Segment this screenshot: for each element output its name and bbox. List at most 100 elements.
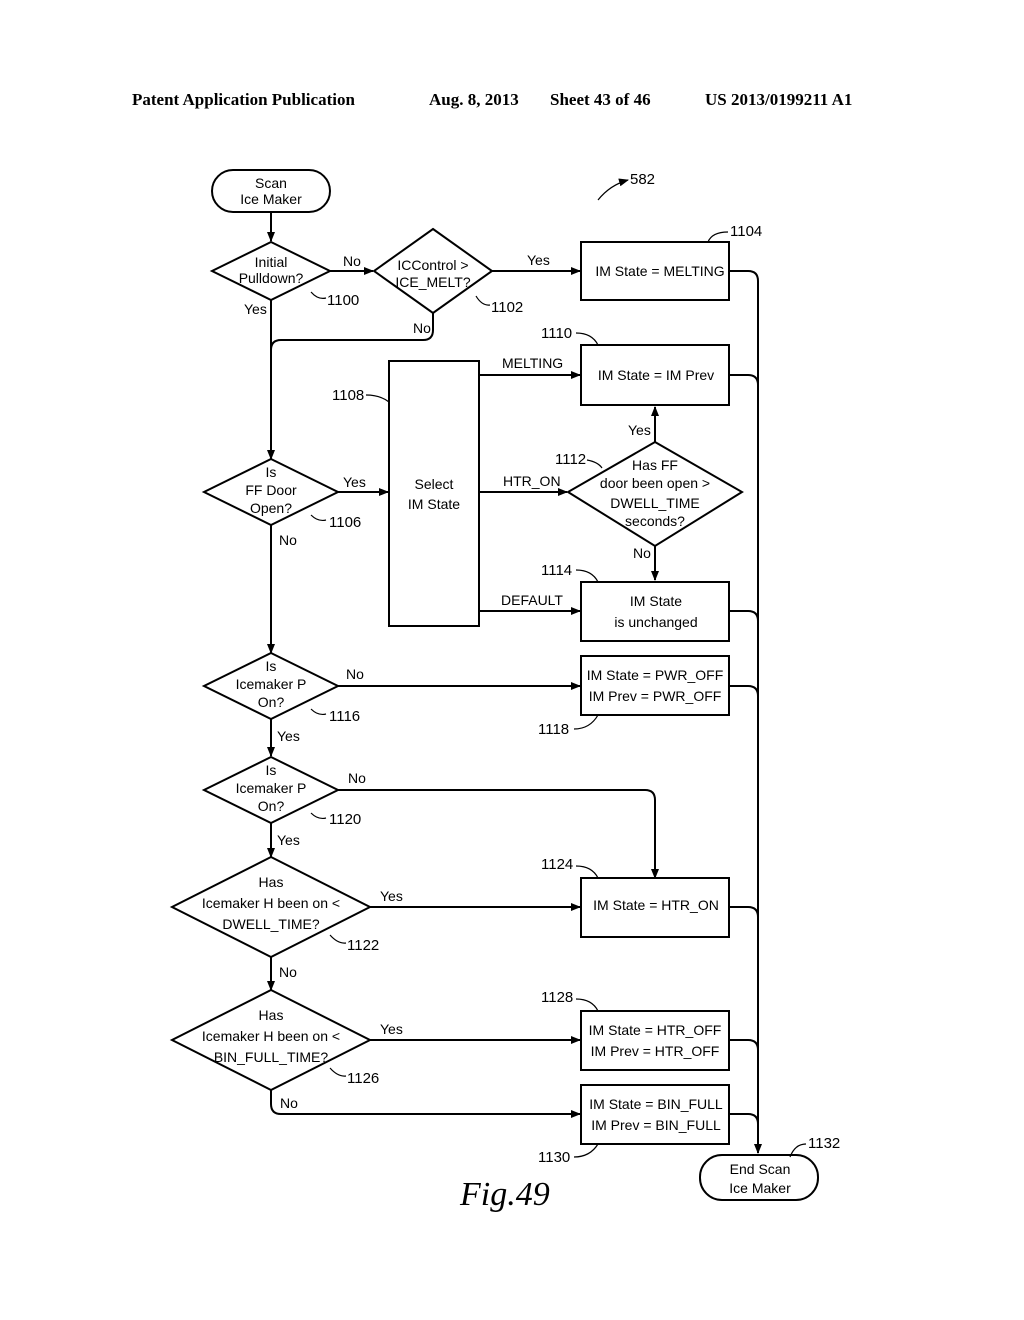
node-text: seconds?: [625, 513, 685, 529]
ref-1124: 1124: [541, 856, 573, 873]
label-icemakerp1-no: No: [346, 666, 364, 682]
label-default: DEFAULT: [501, 592, 563, 608]
process-im-prev: IM State = IM Prev: [580, 344, 730, 406]
node-text: Initial: [255, 254, 288, 270]
label-dwell-no: No: [633, 545, 651, 561]
end-terminal: End Scan Ice Maker: [699, 1154, 819, 1201]
node-text: IM State = IM Prev: [598, 367, 714, 383]
edge-iccontrol-no: [270, 313, 434, 351]
node-text: IM Prev = HTR_OFF: [591, 1043, 720, 1059]
reference-numerals: 582 1100 1102 1104 1110 1108 1112 1106 1…: [310, 171, 840, 1166]
node-text: Has: [259, 874, 284, 890]
label-heaterbinfull-no: No: [280, 1095, 298, 1111]
label-dwell-yes: Yes: [628, 422, 651, 438]
ref-1104: 1104: [730, 223, 762, 240]
node-text: End Scan: [730, 1161, 791, 1177]
node-text: IM State = HTR_OFF: [589, 1022, 722, 1038]
ref-1130: 1130: [538, 1149, 570, 1166]
edge-improv-to-bus: [729, 374, 759, 386]
node-text: Icemaker P: [236, 676, 307, 692]
node-text: DWELL_TIME: [610, 495, 699, 511]
node-text: Icemaker H been on <: [202, 1028, 340, 1044]
edge-htron-to-bus: [729, 906, 759, 918]
label-ffdoor-yes: Yes: [343, 474, 366, 490]
process-select-state: Select IM State: [388, 360, 480, 627]
node-text: Is: [266, 658, 277, 674]
node-text: Icemaker P: [236, 780, 307, 796]
node-text: IM State: [408, 496, 460, 512]
node-text: IM Prev = BIN_FULL: [591, 1117, 721, 1133]
edge-collector-bus: [729, 270, 762, 1154]
decision-iccontrol: ICControl > ICE_MELT?: [372, 227, 494, 315]
edge-heaterbinfull-no: [270, 1090, 581, 1118]
node-text: Has: [259, 1007, 284, 1023]
node-text: IM State: [630, 593, 682, 609]
label-heaterdwell-no: No: [279, 964, 297, 980]
node-text: Open?: [250, 500, 292, 516]
label-pulldown-no: No: [343, 253, 361, 269]
edge-unchanged-to-bus: [729, 610, 759, 622]
node-text: IM State = BIN_FULL: [589, 1096, 723, 1112]
node-text: IM State = HTR_ON: [593, 897, 719, 913]
label-heaterdwell-yes: Yes: [380, 888, 403, 904]
process-htr-on: IM State = HTR_ON: [580, 877, 730, 938]
node-text: Icemaker H been on <: [202, 895, 340, 911]
start-terminal: Scan Ice Maker: [211, 169, 331, 213]
node-text: IM State = MELTING: [595, 263, 724, 279]
node-text: DWELL_TIME?: [222, 916, 319, 932]
label-icemakerp1-yes: Yes: [277, 728, 300, 744]
label-iccontrol-yes: Yes: [527, 252, 550, 268]
ref-1128: 1128: [541, 989, 573, 1006]
node-text: is unchanged: [614, 614, 697, 630]
ref-1110: 1110: [541, 325, 572, 342]
ref-1120: 1120: [329, 811, 361, 828]
ref-1114: 1114: [541, 562, 572, 579]
ref-1126: 1126: [347, 1070, 379, 1087]
node-text: Is: [266, 762, 277, 778]
label-ffdoor-no: No: [279, 532, 297, 548]
edge-binfull-to-bus: [729, 1113, 759, 1125]
label-pulldown-yes: Yes: [244, 301, 267, 317]
label-heaterbinfull-yes: Yes: [380, 1021, 403, 1037]
node-text: IM Prev = PWR_OFF: [589, 688, 722, 704]
ref-1118: 1118: [538, 721, 569, 738]
decision-ff-door: Is FF Door Open?: [201, 457, 341, 527]
ref-1122: 1122: [347, 937, 379, 954]
node-text: Pulldown?: [239, 270, 304, 286]
label-melting: MELTING: [502, 355, 563, 371]
ref-1132: 1132: [808, 1135, 840, 1152]
ref-1102: 1102: [491, 299, 523, 316]
node-text: ICE_MELT?: [395, 274, 470, 290]
node-text: On?: [258, 694, 285, 710]
label-icemakerp2-no: No: [348, 770, 366, 786]
start-line-1: Scan: [255, 175, 287, 191]
label-iccontrol-no: No: [413, 320, 431, 336]
edge-icemakerp2-no: [338, 789, 659, 879]
process-htr-off: IM State = HTR_OFF IM Prev = HTR_OFF: [580, 1010, 730, 1071]
node-text: Ice Maker: [729, 1180, 791, 1196]
node-text: Select: [415, 476, 454, 492]
label-htr-on: HTR_ON: [503, 473, 561, 489]
node-text: door been open >: [600, 475, 710, 491]
process-pwr-off: IM State = PWR_OFF IM Prev = PWR_OFF: [580, 655, 730, 716]
ref-582: 582: [630, 171, 655, 188]
process-bin-full: IM State = BIN_FULL IM Prev = BIN_FULL: [580, 1084, 730, 1145]
process-unchanged: IM State is unchanged: [580, 581, 730, 642]
decision-icemaker-p-2: Is Icemaker P On?: [201, 755, 341, 825]
figure-caption: Fig.49: [459, 1176, 550, 1213]
decision-initial-pulldown: Initial Pulldown?: [209, 240, 333, 302]
node-text: Has FF: [632, 457, 678, 473]
ref-1100: 1100: [327, 292, 359, 309]
label-icemakerp2-yes: Yes: [277, 832, 300, 848]
node-text: Is: [266, 464, 277, 480]
node-text: IM State = PWR_OFF: [587, 667, 724, 683]
ref-1108: 1108: [332, 387, 364, 404]
ref-1106: 1106: [329, 514, 361, 531]
node-text: ICControl >: [397, 257, 468, 273]
edge-pwroff-to-bus: [729, 685, 759, 697]
edge-htroff-to-bus: [729, 1039, 759, 1051]
start-line-2: Ice Maker: [240, 191, 302, 207]
decision-dwell-check: Has FF door been open > DWELL_TIME secon…: [566, 440, 744, 548]
decision-icemaker-p-1: Is Icemaker P On?: [201, 651, 341, 721]
node-text: On?: [258, 798, 285, 814]
